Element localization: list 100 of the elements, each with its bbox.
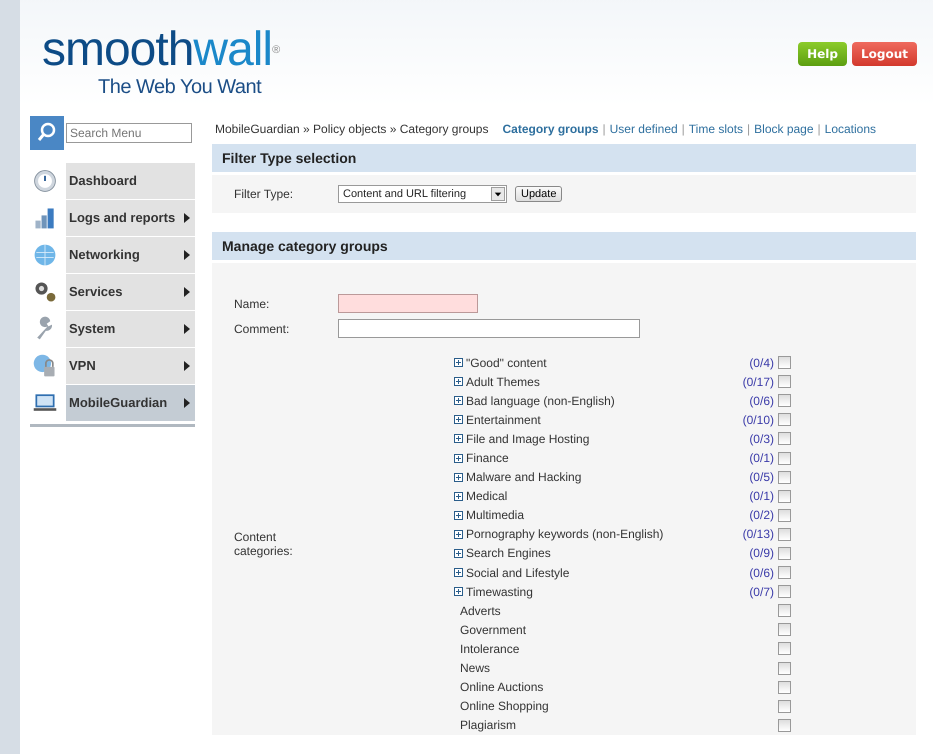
category-checkbox[interactable] — [778, 432, 791, 446]
expand-icon[interactable] — [454, 358, 463, 368]
category-checkbox[interactable] — [778, 375, 791, 388]
nav-link[interactable]: User defined — [610, 122, 678, 136]
category-name: Government — [460, 622, 528, 637]
field-label: Content categories: — [234, 530, 294, 558]
category-count: (0/10) — [742, 412, 774, 427]
breadcrumb: MobileGuardian » Policy objects » Category groups — [215, 122, 488, 136]
section-header: Manage category groups — [212, 232, 916, 263]
category-count: (0/6) — [749, 394, 774, 408]
category-name: Adult Themes — [466, 374, 541, 389]
category-checkbox[interactable] — [778, 642, 791, 656]
category-name: Entertainment — [466, 412, 542, 427]
category-count: (0/6) — [749, 566, 774, 580]
category-count: (0/1) — [749, 489, 774, 504]
nav-link[interactable]: Locations — [824, 122, 876, 136]
search-field[interactable]: Search Menu — [66, 123, 192, 143]
category-count: (0/3) — [749, 432, 774, 446]
expand-icon[interactable] — [454, 377, 463, 386]
expand-icon[interactable] — [454, 396, 463, 406]
category-checkbox[interactable] — [778, 394, 791, 408]
field-label: Comment: — [234, 322, 290, 336]
expand-icon[interactable] — [454, 415, 463, 424]
category-name: Adverts — [460, 604, 502, 618]
expand-icon[interactable] — [454, 568, 463, 578]
category-checkbox[interactable] — [778, 566, 791, 580]
category-checkbox[interactable] — [778, 546, 791, 560]
category-count: (0/13) — [742, 527, 774, 542]
category-count: (0/7) — [749, 584, 774, 599]
category-name: Medical — [466, 489, 508, 504]
sidebar-item[interactable]: Logs and reports — [66, 200, 195, 236]
category-name: Social and Lifestyle — [466, 566, 570, 580]
category-checkbox[interactable] — [778, 700, 791, 713]
category-checkbox[interactable] — [778, 680, 791, 694]
name-field[interactable] — [338, 294, 478, 313]
expand-icon[interactable] — [454, 434, 463, 444]
category-checkbox[interactable] — [778, 413, 791, 426]
field-label: Filter Type: — [234, 187, 294, 201]
section-header: Filter Type selection — [212, 144, 916, 175]
gauge-icon — [32, 168, 58, 194]
sidebar-item[interactable]: System — [66, 310, 195, 348]
category-count: (0/5) — [749, 470, 774, 484]
search-icon[interactable] — [30, 116, 64, 150]
category-checkbox[interactable] — [778, 452, 791, 465]
nav-link[interactable]: Time slots — [688, 122, 744, 136]
category-count: (0/2) — [749, 508, 774, 522]
category-name: Online Auctions — [460, 680, 544, 694]
nav-link[interactable]: Category groups — [502, 122, 598, 136]
category-name: Malware and Hacking — [466, 470, 582, 484]
category-name: News — [460, 661, 492, 676]
sidebar-item[interactable]: Dashboard — [66, 162, 195, 200]
category-count: (0/9) — [749, 546, 774, 560]
expand-icon[interactable] — [454, 492, 463, 501]
comment-field[interactable] — [338, 319, 640, 338]
category-name: Pornography keywords (non-English) — [466, 527, 664, 542]
category-name: Search Engines — [466, 546, 552, 560]
expand-icon[interactable] — [454, 587, 463, 596]
filter-type-dropdown[interactable]: Content and URL filtering — [338, 185, 507, 203]
expand-icon[interactable] — [454, 454, 463, 463]
separator: | — [747, 122, 750, 136]
expand-icon[interactable] — [454, 472, 463, 482]
category-checkbox[interactable] — [778, 623, 791, 636]
category-count: (0/4) — [749, 356, 774, 370]
category-name: Bad language (non-English) — [466, 394, 616, 408]
sidebar-item[interactable]: VPN — [66, 348, 195, 384]
category-checkbox[interactable] — [778, 585, 791, 598]
globe-icon — [32, 242, 58, 268]
expand-icon[interactable] — [454, 510, 463, 520]
category-name: Finance — [466, 451, 510, 466]
category-checkbox[interactable] — [778, 490, 791, 503]
category-checkbox[interactable] — [778, 356, 791, 370]
category-count: (0/1) — [749, 451, 774, 466]
category-name: Plagiarism — [460, 718, 518, 732]
category-checkbox[interactable] — [778, 508, 791, 522]
category-checkbox[interactable] — [778, 528, 791, 541]
header-button[interactable]: Logout — [852, 42, 917, 66]
category-name: File and Image Hosting — [466, 432, 590, 446]
tagline: The Web You Want — [98, 76, 262, 99]
category-checkbox[interactable] — [778, 718, 791, 732]
nav-link[interactable]: Block page — [754, 122, 814, 136]
category-checkbox[interactable] — [778, 662, 791, 675]
expand-icon[interactable] — [454, 548, 463, 558]
category-name: Multimedia — [466, 508, 526, 522]
separator: | — [682, 122, 685, 136]
sidebar-item[interactable]: Services — [66, 274, 195, 310]
category-name: Intolerance — [460, 642, 520, 656]
update-button[interactable]: Update — [515, 186, 562, 202]
logo-wordmark: smoothwall$^{®}$ — [42, 23, 280, 76]
category-checkbox[interactable] — [778, 470, 791, 484]
separator: | — [602, 122, 606, 136]
category-checkbox[interactable] — [778, 604, 791, 618]
category-name: Online Shopping — [460, 699, 550, 714]
category-name: "Good" content — [466, 356, 548, 370]
expand-icon[interactable] — [454, 530, 463, 539]
sidebar-item[interactable]: MobileGuardian — [66, 384, 195, 422]
sidebar-item[interactable]: Networking — [66, 236, 195, 274]
category-count: (0/17) — [742, 374, 774, 389]
category-name: Timewasting — [466, 584, 534, 599]
field-label: Name: — [234, 296, 270, 310]
separator: | — [818, 122, 821, 136]
